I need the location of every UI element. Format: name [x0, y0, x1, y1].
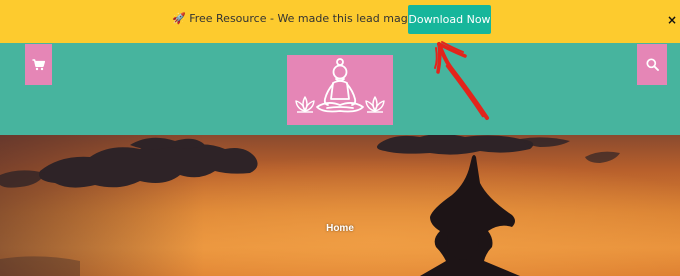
search-icon [645, 58, 659, 71]
cart-button[interactable] [25, 44, 52, 85]
hero-banner: Home [0, 135, 680, 276]
cart-icon [32, 58, 45, 70]
close-notice-button[interactable]: × [665, 12, 679, 28]
download-now-button[interactable]: Download Now [408, 5, 491, 34]
sunset-yoga-image [0, 135, 680, 276]
meditation-figure-icon [295, 58, 385, 113]
notice-bar: 🚀 Free Resource - We made this lead magn… [0, 0, 680, 43]
search-button[interactable] [637, 44, 667, 85]
hero-title: Home [326, 223, 354, 234]
site-logo[interactable] [287, 55, 393, 125]
hand-drawn-arrow-icon [434, 41, 489, 120]
site-header [0, 43, 680, 135]
